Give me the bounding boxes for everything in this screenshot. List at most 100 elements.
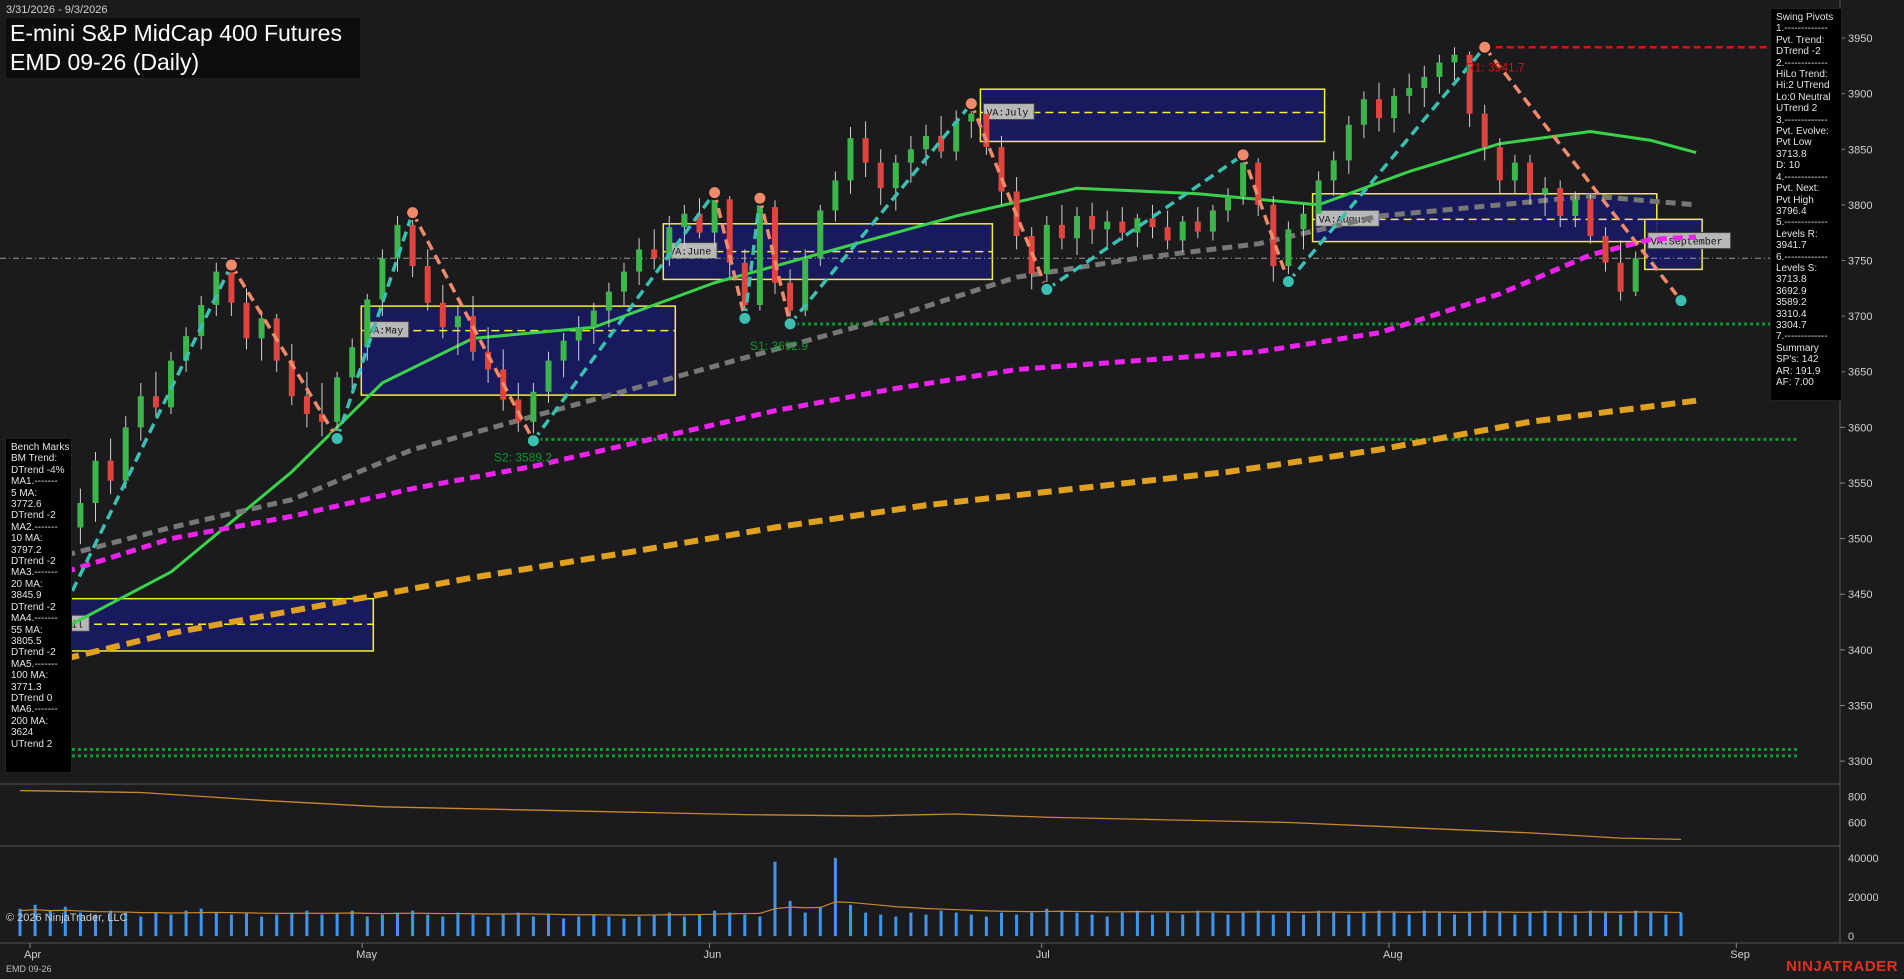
volume-bar (1664, 914, 1668, 937)
volume-bar (1649, 912, 1653, 937)
swing-pivot-marker (223, 257, 239, 273)
swing-pivots-line: 1.------------- (1776, 23, 1828, 35)
bench-marks-line: DTrend -2 (11, 647, 56, 659)
support-s2-label: S2: 3589.2 (494, 450, 552, 464)
candle-body (1285, 229, 1292, 267)
candle-body (92, 460, 99, 504)
bench-marks-line: MA3.------- (11, 567, 58, 579)
bench-marks-line: 3797.2 (11, 544, 42, 556)
swing-pivots-line: 3796.4 (1776, 205, 1807, 217)
swing-pivots-panel: Swing Pivots 1.------------- Pvt. Trend: DT… (1770, 8, 1842, 401)
bench-marks-line: MA1.------- (11, 476, 58, 488)
volume-bar (1196, 910, 1200, 937)
volume-tick-label: 20000 (1848, 892, 1879, 904)
y-tick-label: 3900 (1848, 89, 1872, 101)
swing-pivots-line: 7.------------- (1776, 331, 1828, 343)
bench-marks-line: DTrend 0 (11, 692, 53, 704)
swing-pivots-line: AR: 191.9 (1776, 365, 1821, 377)
y-tick-label: 3450 (1848, 589, 1872, 601)
volume-bar (456, 912, 460, 937)
volume-bar (984, 916, 988, 937)
candle-body (1496, 147, 1503, 181)
volume-bar (1347, 914, 1351, 937)
candle-body (1451, 54, 1458, 63)
swing-pivots-line: 3589.2 (1776, 297, 1807, 309)
volume-bar (743, 914, 747, 937)
candle-body (787, 282, 794, 311)
volume-bar (1407, 914, 1411, 937)
x-tick-label: Sep (1730, 949, 1750, 961)
resistance-r1-label: R1: 3941.7 (1466, 60, 1525, 74)
volume-bar (1619, 914, 1623, 937)
swing-pivots-line: 2.------------- (1776, 57, 1828, 69)
candle-body (560, 340, 567, 361)
swing-pivots-line: Levels S: (1776, 262, 1818, 274)
candle-body (409, 224, 416, 267)
copyright-notice: © 2026 NinjaTrader, LLC (6, 912, 128, 924)
candle-body (1436, 62, 1443, 77)
volume-bar (1543, 910, 1547, 937)
candle-body (137, 396, 144, 428)
candle-body (892, 162, 899, 189)
swing-pivot-marker (1280, 274, 1296, 290)
bench-marks-line: MA6.------- (11, 704, 58, 716)
swing-pivot-marker (1039, 281, 1055, 297)
candle-body (1587, 199, 1594, 237)
volume-bar (1000, 912, 1003, 937)
volume-bar (1015, 914, 1019, 937)
value-area-label: VA:June (669, 248, 711, 259)
volume-bar (1181, 914, 1185, 937)
candle-body (681, 213, 688, 228)
bench-marks-line: 3805.5 (11, 635, 42, 647)
volume-bar (426, 914, 430, 937)
volume-bar (1558, 912, 1562, 937)
instrument-symbol-period: EMD 09-26 (Daily) (10, 49, 200, 75)
candle-body (1617, 262, 1624, 292)
y-tick-label: 3600 (1848, 422, 1872, 434)
chart-canvas[interactable]: 3300 3350 3400 3450 3500 3550 3600 3650 3700 3750… (0, 0, 1904, 979)
swing-pivots-line: 3.------------- (1776, 114, 1828, 126)
candle-body (1164, 227, 1171, 241)
candle-body (968, 113, 975, 122)
swing-pivot-marker (707, 185, 723, 201)
bench-marks-line: MA5.------- (11, 658, 58, 670)
volume-bar (1483, 910, 1487, 937)
swing-pivots-line: Pvt Low (1776, 137, 1812, 149)
candle-body (107, 460, 114, 481)
volume-bar (1528, 912, 1532, 937)
candle-body (334, 377, 341, 422)
candle-body (303, 396, 310, 415)
swing-pivots-line: Lo:0 Neutral (1776, 91, 1831, 103)
volume-bar (622, 918, 626, 937)
volume-bar (667, 912, 671, 937)
volume-bar (939, 910, 943, 937)
candle-body (1058, 224, 1065, 239)
chart-background (0, 0, 1904, 979)
swing-pivot-marker (405, 205, 421, 221)
swing-pivot-marker (963, 96, 979, 112)
date-range-label: 3/31/2026 - 9/3/2026 (6, 4, 108, 16)
candle-body (832, 180, 839, 211)
candle-body (1089, 216, 1096, 230)
volume-bar (1422, 910, 1426, 937)
candle-body (1119, 221, 1126, 233)
swing-pivot-marker (782, 316, 798, 332)
swing-pivot-marker (525, 433, 541, 449)
volume-bar (1120, 912, 1124, 937)
value-area-label: VA:July (986, 108, 1028, 120)
candle-body (1345, 124, 1352, 161)
volume-bar (350, 910, 354, 937)
candle-body (1225, 195, 1231, 211)
bench-marks-line: 100 MA: (11, 670, 49, 682)
bench-marks-line: DTrend -4% (11, 464, 65, 476)
candle-body (621, 271, 627, 292)
swing-pivots-line: Pvt. Evolve: (1776, 126, 1829, 138)
y-tick-label: 3750 (1848, 256, 1872, 268)
candle-body (530, 391, 537, 422)
volume-bar (1211, 912, 1215, 937)
bench-marks-line: 10 MA: (11, 533, 43, 545)
candle-body (711, 199, 718, 233)
bench-marks-line: DTrend -2 (11, 556, 56, 568)
bench-marks-line: UTrend 2 (11, 738, 53, 750)
candle-body (802, 258, 809, 311)
